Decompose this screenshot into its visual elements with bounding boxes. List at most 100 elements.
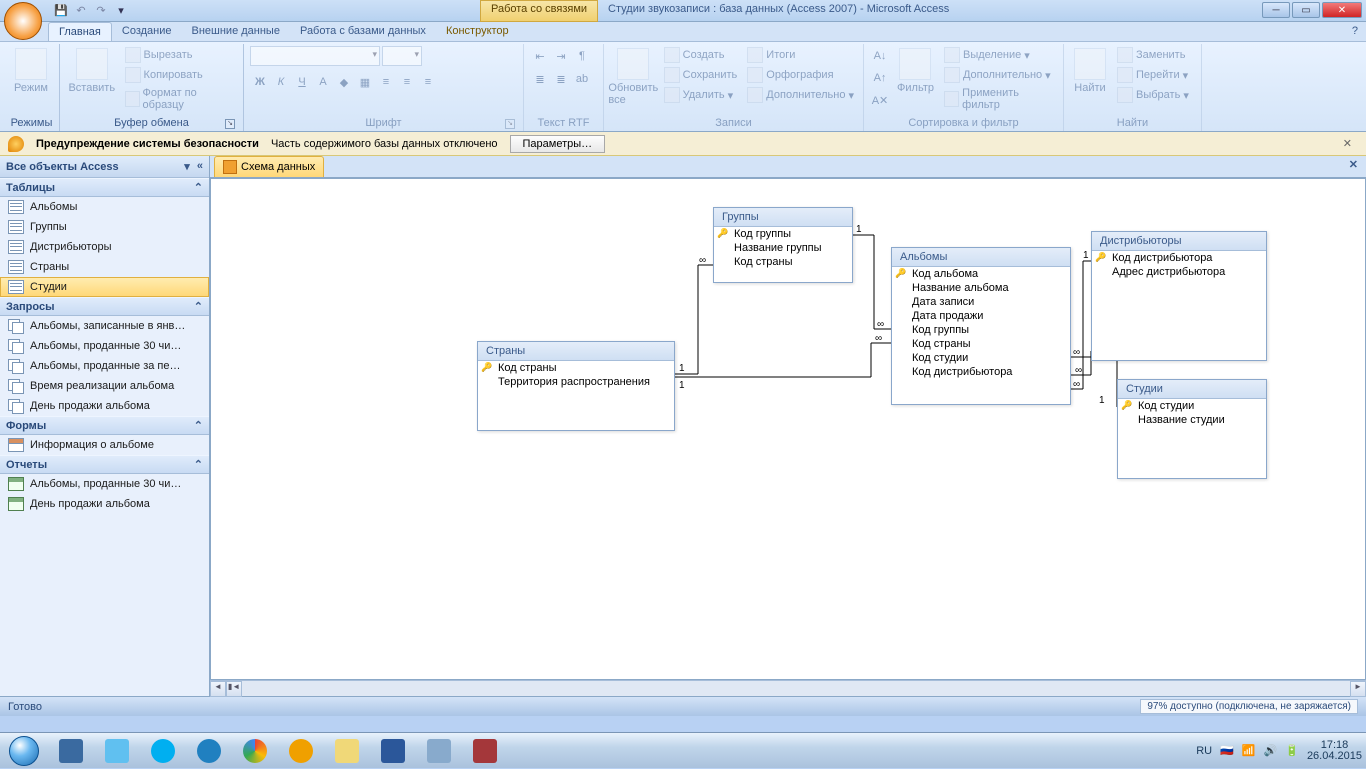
align-center-button[interactable]: ≡ [397,72,417,92]
tray-flag-icon[interactable]: 🇷🇺 [1220,744,1234,757]
field[interactable]: Код группы [714,227,852,241]
scroll-left-icon[interactable]: ◄ [210,681,226,697]
nav-group-header[interactable]: Отчеты⌃ [0,455,209,474]
field[interactable]: Код альбома [892,267,1070,281]
tab-dbtools[interactable]: Работа с базами данных [290,22,436,41]
tray-network-icon[interactable]: 📶 [1242,744,1256,757]
find-button[interactable]: Найти [1070,46,1110,96]
table-box[interactable]: АльбомыКод альбомаНазвание альбомаДата з… [891,247,1071,405]
tray-lang[interactable]: RU [1196,745,1212,757]
fontcolor-button[interactable]: A [313,72,333,92]
delete-button[interactable]: Удалить ▾ [661,86,741,104]
more-button[interactable]: Дополнительно ▾ [744,86,857,104]
field[interactable]: Код страны [892,337,1070,351]
nav-group-header[interactable]: Формы⌃ [0,416,209,435]
taskbar-skype[interactable] [141,736,185,766]
nav-item[interactable]: Альбомы, проданные 30 чи… [0,474,209,494]
save-icon[interactable]: 💾 [52,2,70,20]
replace-button[interactable]: Заменить [1114,46,1192,64]
taskbar-app-1[interactable] [49,736,93,766]
font-combo[interactable] [250,46,380,66]
dialog-launcher-icon[interactable]: ↘ [505,119,515,129]
nav-item[interactable]: Группы [0,217,209,237]
nav-group-header[interactable]: Запросы⌃ [0,297,209,316]
nav-item[interactable]: Время реализации альбома [0,376,209,396]
bold-button[interactable]: Ж [250,72,270,92]
nav-item[interactable]: Страны [0,257,209,277]
office-button[interactable] [4,2,42,40]
spelling-button[interactable]: Орфография [744,66,857,84]
nav-group-header[interactable]: Таблицы⌃ [0,178,209,197]
nav-item[interactable]: Студии [0,277,209,297]
filter-button[interactable]: Фильтр [894,46,937,96]
select-button[interactable]: Выбрать ▾ [1114,86,1192,104]
save-record-button[interactable]: Сохранить [661,66,741,84]
start-button[interactable] [0,733,48,769]
scroll-home-icon[interactable]: ▮◄ [226,681,242,697]
field[interactable]: Название альбома [892,281,1070,295]
maximize-button[interactable]: ▭ [1292,2,1320,18]
refresh-button[interactable]: Обновить все [610,46,657,108]
security-options-button[interactable]: Параметры… [510,135,606,153]
tab-design[interactable]: Конструктор [436,22,519,41]
nav-item[interactable]: Информация о альбоме [0,435,209,455]
nav-item[interactable]: Альбомы, записанные в янв… [0,316,209,336]
selection-button[interactable]: Выделение ▾ [941,46,1057,64]
highlight-button[interactable]: ab [572,69,592,89]
field[interactable]: Адрес дистрибьютора [1092,265,1266,279]
field[interactable]: Дата продажи [892,309,1070,323]
table-header[interactable]: Страны [478,342,674,361]
table-box[interactable]: ДистрибьюторыКод дистрибьютораАдрес дист… [1091,231,1267,361]
security-close-icon[interactable]: ✕ [1337,137,1358,150]
nav-collapse-icon[interactable]: « [197,160,203,173]
sort-desc-button[interactable]: A↑ [870,68,890,88]
taskbar-chrome[interactable] [233,736,277,766]
fontsize-combo[interactable] [382,46,422,66]
scroll-right-icon[interactable]: ► [1350,681,1366,697]
gridlines-button[interactable]: ▦ [355,72,375,92]
nav-dropdown-icon[interactable]: ▾ [184,160,190,173]
tray-sound-icon[interactable]: 🔊 [1264,744,1278,757]
taskbar-app-2[interactable] [95,736,139,766]
field[interactable]: Название студии [1118,413,1266,427]
table-box[interactable]: СтраныКод страныТерритория распространен… [477,341,675,431]
nav-item[interactable]: Дистрибьюторы [0,237,209,257]
fillcolor-button[interactable]: ◆ [334,72,354,92]
apply-filter-button[interactable]: Применить фильтр [941,86,1057,112]
goto-button[interactable]: Перейти ▾ [1114,66,1192,84]
sort-asc-button[interactable]: A↓ [870,46,890,66]
format-painter-button[interactable]: Формат по образцу [122,86,237,112]
doc-close-icon[interactable]: ✕ [1341,156,1366,177]
nav-item[interactable]: День продажи альбома [0,396,209,416]
field[interactable]: Код студии [892,351,1070,365]
taskbar-aimp[interactable] [279,736,323,766]
help-icon[interactable]: ? [1344,22,1366,41]
copy-button[interactable]: Копировать [122,66,237,84]
nav-header[interactable]: Все объекты Access ▾ « [0,156,209,178]
bullets-button[interactable]: ≣ [530,69,550,89]
numbering-button[interactable]: ≣ [551,69,571,89]
field[interactable]: Код страны [714,255,852,269]
qat-more-icon[interactable]: ▾ [112,2,130,20]
undo-icon[interactable]: ↶ [72,2,90,20]
new-button[interactable]: Создать [661,46,741,64]
nav-item[interactable]: Альбомы [0,197,209,217]
h-scrollbar[interactable]: ◄ ▮◄ ► [210,680,1366,696]
underline-button[interactable]: Ч [292,72,312,92]
field[interactable]: Код группы [892,323,1070,337]
field[interactable]: Дата записи [892,295,1070,309]
taskbar-magnifier[interactable] [417,736,461,766]
italic-button[interactable]: К [271,72,291,92]
relationship-canvas[interactable]: 1∞1∞1∞∞1∞1∞1 ГруппыКод группыНазвание гр… [210,178,1366,680]
field[interactable]: Код дистрибьютора [1092,251,1266,265]
field[interactable]: Код студии [1118,399,1266,413]
advanced-button[interactable]: Дополнительно ▾ [941,66,1057,84]
tab-create[interactable]: Создание [112,22,182,41]
align-left-button[interactable]: ≡ [376,72,396,92]
tray-battery-icon[interactable]: 🔋 [1285,744,1299,757]
table-box[interactable]: ГруппыКод группыНазвание группыКод стран… [713,207,853,283]
table-header[interactable]: Дистрибьюторы [1092,232,1266,251]
nav-item[interactable]: Альбомы, проданные за пе… [0,356,209,376]
field[interactable]: Территория распространения [478,375,674,389]
view-button[interactable]: Режим [10,46,52,96]
